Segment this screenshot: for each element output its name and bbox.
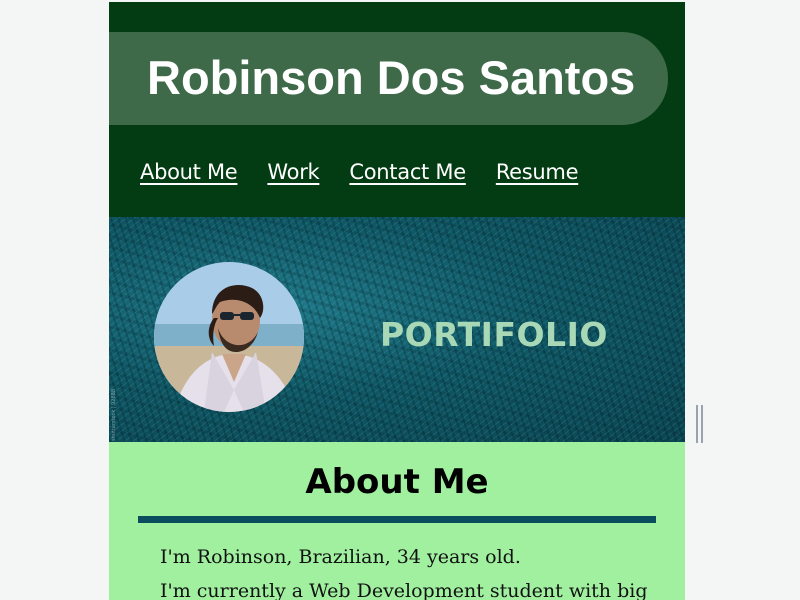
resize-handle[interactable]	[696, 405, 704, 445]
stock-watermark: shutterstock | 92888	[111, 388, 117, 441]
about-text-line-2: I'm currently a Web Development student …	[160, 580, 648, 600]
section-divider	[138, 516, 656, 523]
main-nav: About Me Work Contact Me Resume	[140, 160, 579, 184]
hero-banner: shutterstock | 92888 PORTIFOLIO	[109, 217, 685, 442]
site-title: Robinson Dos Santos	[147, 51, 636, 104]
nav-link-resume[interactable]: Resume	[496, 160, 579, 184]
hero-title: PORTIFOLIO	[380, 315, 608, 354]
about-text-line-1: I'm Robinson, Brazilian, 34 years old.	[160, 546, 521, 568]
about-heading: About Me	[305, 462, 489, 502]
about-section: About Me I'm Robinson, Brazilian, 34 yea…	[109, 442, 685, 600]
name-banner: Robinson Dos Santos	[109, 32, 668, 125]
nav-link-work[interactable]: Work	[267, 160, 319, 184]
profile-photo-illustration	[154, 262, 304, 412]
site-header: Robinson Dos Santos About Me Work Contac…	[109, 2, 685, 217]
profile-photo	[154, 262, 304, 412]
page-container: Robinson Dos Santos About Me Work Contac…	[109, 0, 685, 600]
nav-link-contact-me[interactable]: Contact Me	[349, 160, 466, 184]
nav-link-about-me[interactable]: About Me	[140, 160, 238, 184]
